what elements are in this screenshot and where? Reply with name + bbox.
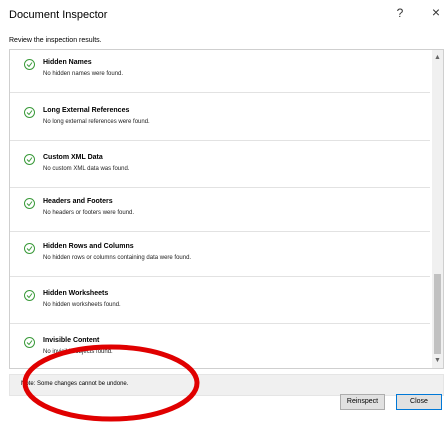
title-bar: Document Inspector ? × [0, 0, 447, 30]
scroll-down-arrow-icon[interactable]: ▼ [434, 357, 441, 364]
result-item: Headers and Footers No headers or footer… [10, 189, 430, 232]
result-item: Hidden Names No hidden names were found. [10, 50, 430, 93]
results-list[interactable]: Hidden Names No hidden names were found.… [9, 49, 444, 369]
result-item: Hidden Worksheets No hidden worksheets f… [10, 281, 430, 324]
check-icon [24, 198, 35, 209]
check-icon [24, 154, 35, 165]
result-title: Invisible Content [43, 337, 100, 344]
result-title: Long External References [43, 107, 130, 114]
result-description: No hidden worksheets found. [43, 302, 121, 308]
scroll-thumb[interactable] [434, 274, 441, 354]
result-description: No invisible objects found. [43, 349, 113, 355]
result-title: Headers and Footers [43, 198, 113, 205]
result-item: Long External References No long externa… [10, 98, 430, 141]
note-bar: Note: Some changes cannot be undone. [9, 374, 444, 396]
note-text: Note: Some changes cannot be undone. [21, 381, 129, 387]
result-description: No headers or footers were found. [43, 210, 135, 216]
result-description: No hidden names were found. [43, 71, 124, 77]
check-icon [24, 107, 35, 118]
result-title: Custom XML Data [43, 154, 103, 161]
result-title: Hidden Rows and Columns [43, 243, 134, 250]
close-icon[interactable]: × [427, 4, 445, 22]
result-item: Custom XML Data No custom XML data was f… [10, 145, 430, 188]
result-description: No hidden rows or columns containing dat… [43, 255, 192, 261]
result-description: No long external references were found. [43, 119, 150, 125]
check-icon [24, 290, 35, 301]
result-title: Hidden Names [43, 59, 92, 66]
result-description: No custom XML data was found. [43, 166, 130, 172]
close-button[interactable]: Close [396, 394, 442, 410]
result-title: Hidden Worksheets [43, 290, 109, 297]
scroll-up-arrow-icon[interactable]: ▲ [434, 54, 441, 61]
help-button[interactable]: ? [392, 6, 408, 22]
check-icon [24, 59, 35, 70]
instructions-text: Review the inspection results. [9, 37, 102, 44]
vertical-scrollbar[interactable]: ▲ ▼ [432, 50, 443, 368]
check-icon [24, 243, 35, 254]
reinspect-button[interactable]: Reinspect [340, 394, 385, 410]
result-item: Hidden Rows and Columns No hidden rows o… [10, 234, 430, 277]
result-item: Invisible Content No invisible objects f… [10, 328, 430, 368]
check-icon [24, 337, 35, 348]
window-title: Document Inspector [9, 9, 108, 21]
